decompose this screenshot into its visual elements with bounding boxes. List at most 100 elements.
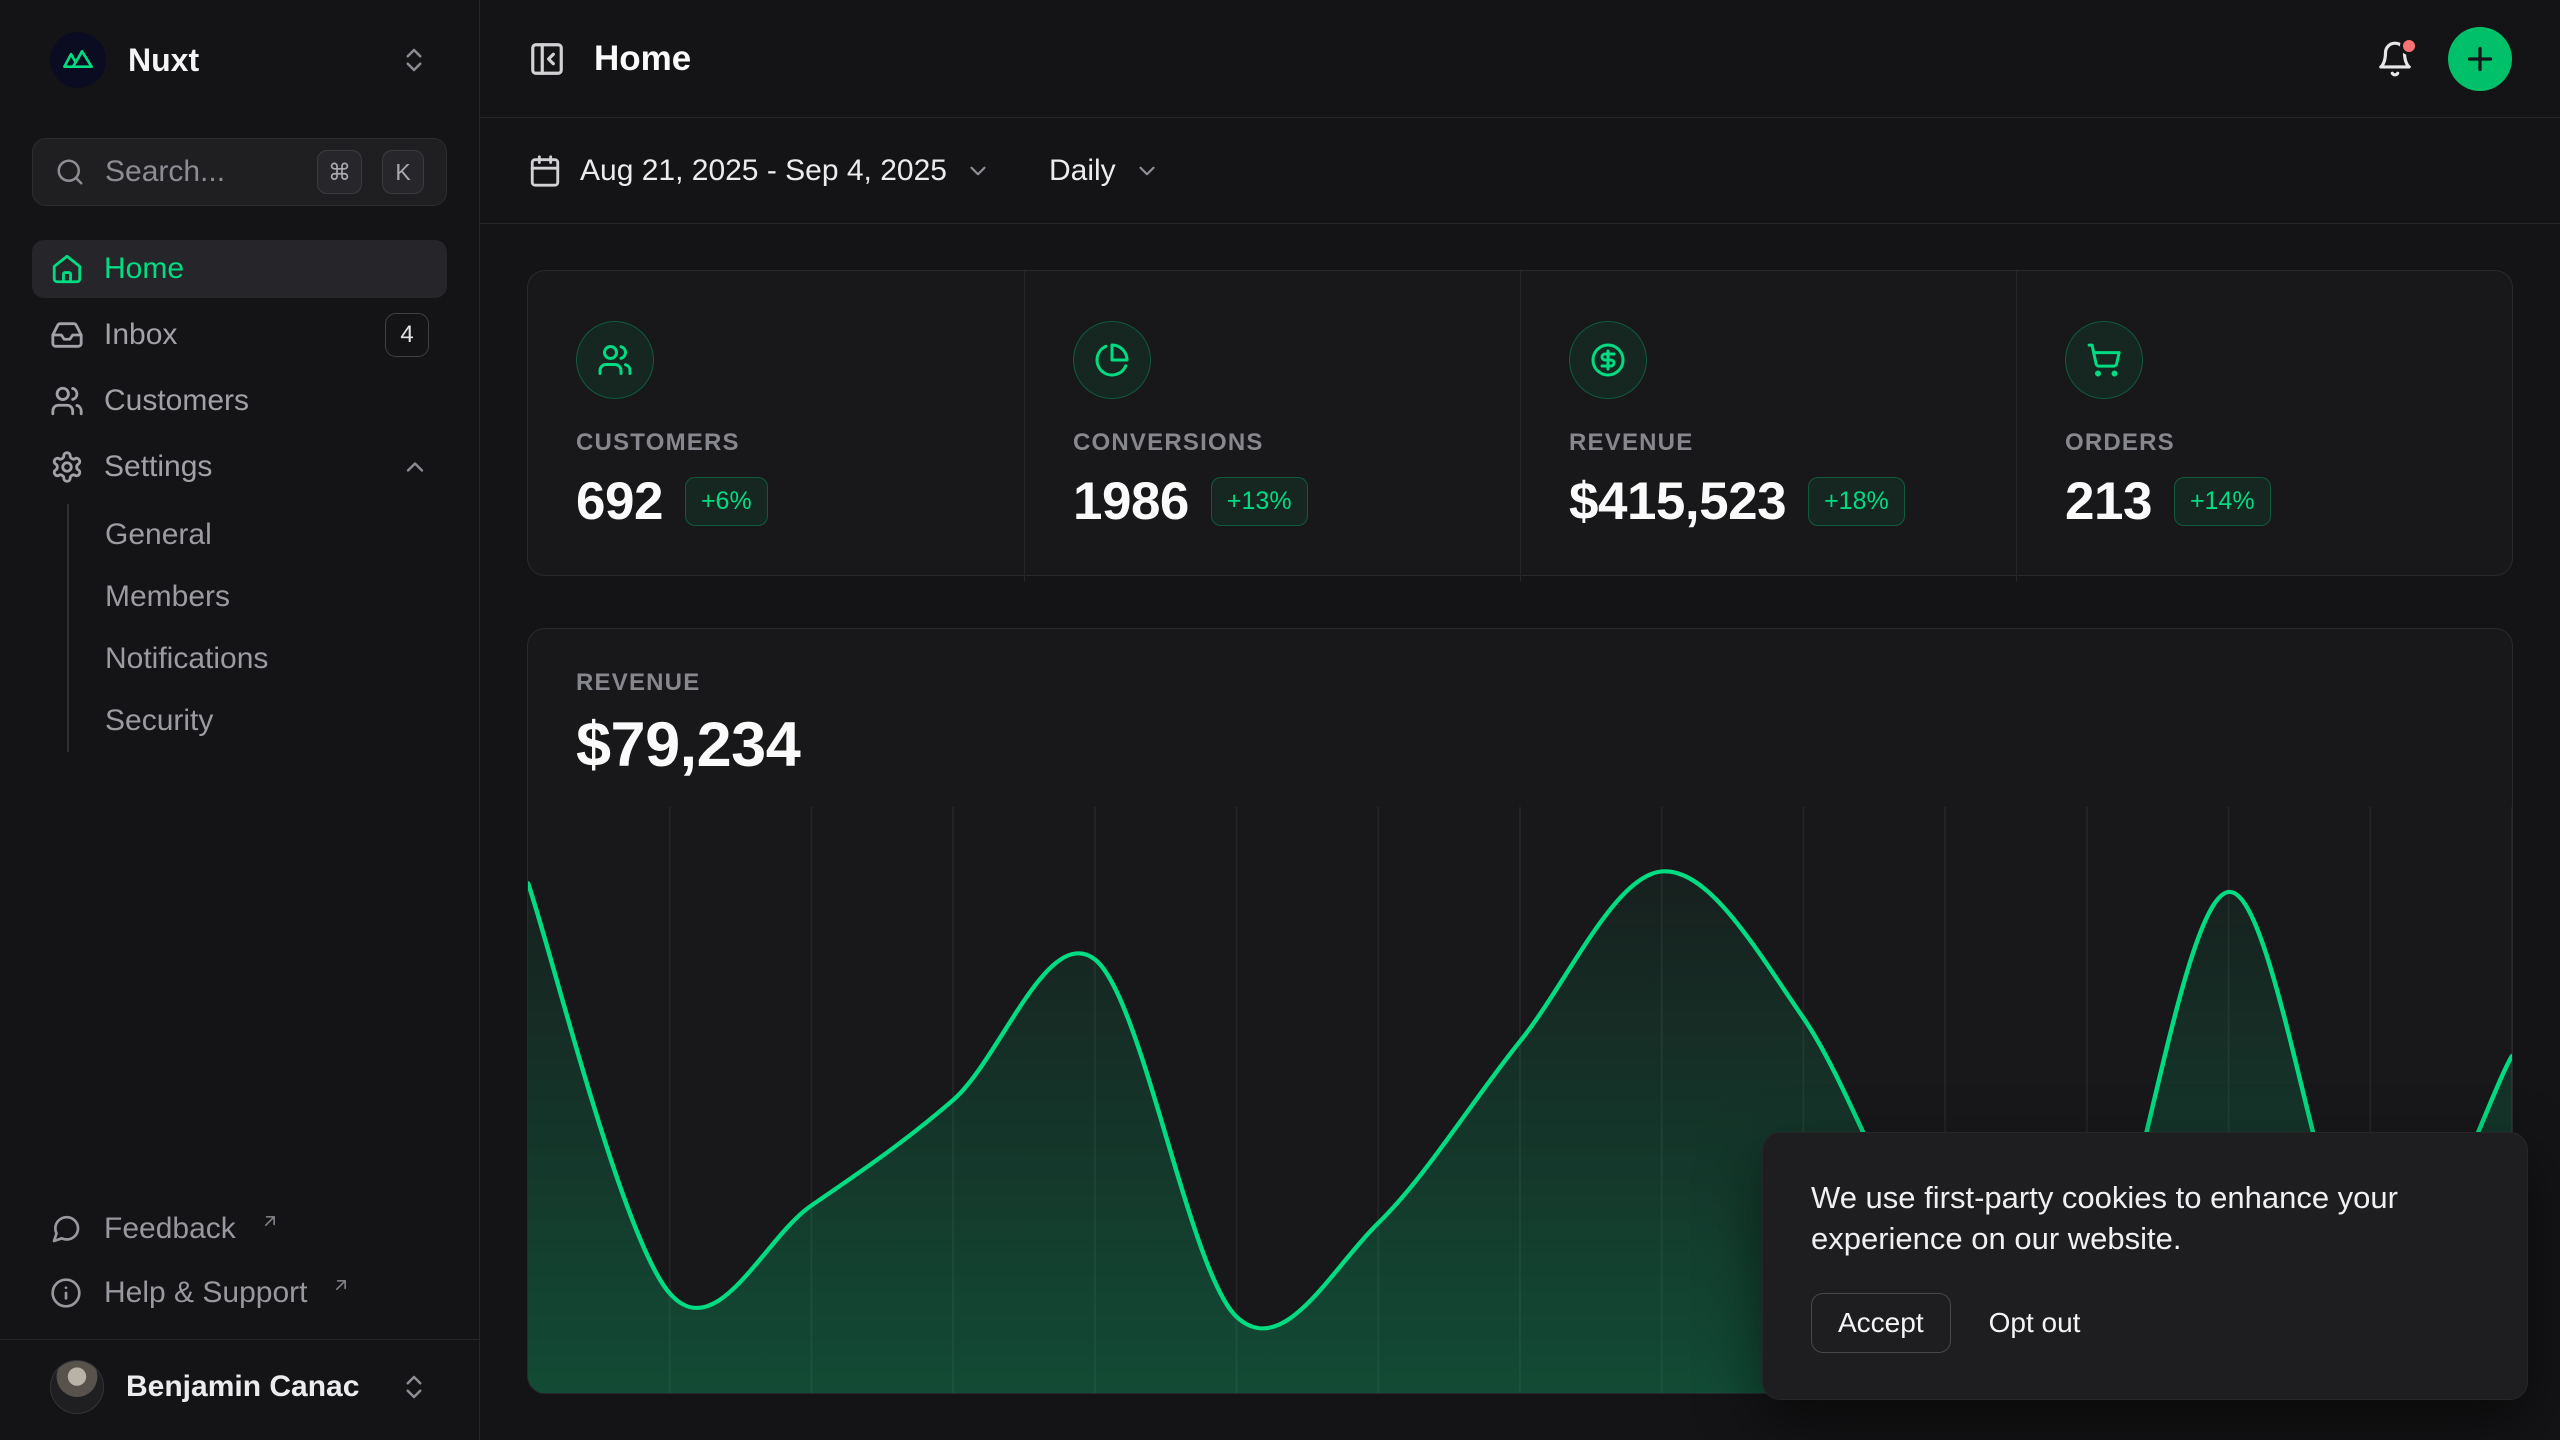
revenue-chart-value: $79,234 <box>576 709 2464 781</box>
house-icon <box>50 252 84 286</box>
chevron-down-icon <box>1134 158 1160 184</box>
stat-orders[interactable]: ORDERS 213 +14% <box>2016 271 2512 582</box>
revenue-chart-label: REVENUE <box>576 669 2464 697</box>
search-input[interactable]: Search... ⌘ K <box>32 138 447 206</box>
stat-conversions[interactable]: CONVERSIONS 1986 +13% <box>1024 271 1520 582</box>
cookie-actions: Accept Opt out <box>1811 1293 2479 1353</box>
inbox-icon <box>50 318 84 352</box>
cookie-message: We use first-party cookies to enhance yo… <box>1811 1177 2411 1259</box>
page-header: Home <box>480 0 2560 118</box>
chevrons-up-down-icon <box>399 1372 429 1402</box>
sidebar-item-settings[interactable]: Settings <box>32 438 447 496</box>
help-support-label: Help & Support <box>104 1276 307 1310</box>
kbd-k: K <box>382 150 424 194</box>
sidebar-item-home[interactable]: Home <box>32 240 447 298</box>
sidebar-item-notifications[interactable]: Notifications <box>69 628 447 690</box>
calendar-icon <box>528 154 562 188</box>
sidebar-item-label: Inbox <box>104 318 177 352</box>
stat-value: 692 <box>576 471 663 532</box>
settings-sub-list: General Members Notifications Security <box>67 504 447 752</box>
sidebar-item-inbox[interactable]: Inbox 4 <box>32 306 447 364</box>
accept-cookies-button[interactable]: Accept <box>1811 1293 1951 1353</box>
sidebar-item-members[interactable]: Members <box>69 566 447 628</box>
add-new-button[interactable] <box>2448 27 2512 91</box>
sub-item-label: Members <box>105 580 230 614</box>
stat-revenue[interactable]: REVENUE $415,523 +18% <box>1520 271 2016 582</box>
external-link-arrow-icon <box>260 1211 280 1231</box>
chevrons-up-down-icon <box>399 45 429 75</box>
sub-item-label: Security <box>105 704 213 738</box>
stat-icon-circle <box>1569 321 1647 399</box>
external-link-arrow-icon <box>331 1275 351 1295</box>
granularity-label: Daily <box>1049 154 1116 188</box>
feedback-label: Feedback <box>104 1212 236 1246</box>
stat-delta-badge: +18% <box>1808 477 1905 526</box>
stat-icon-circle <box>576 321 654 399</box>
revenue-chart-header: REVENUE $79,234 <box>528 629 2512 781</box>
date-range-picker[interactable]: Aug 21, 2025 - Sep 4, 2025 <box>528 154 991 188</box>
sidebar: Nuxt Search... ⌘ K Home Inbox 4 <box>0 0 480 1440</box>
date-range-label: Aug 21, 2025 - Sep 4, 2025 <box>580 154 947 188</box>
chevron-up-icon <box>401 453 429 481</box>
page-title: Home <box>594 39 691 79</box>
sidebar-spacer <box>32 752 447 1201</box>
user-avatar <box>50 1360 104 1414</box>
granularity-select[interactable]: Daily <box>1049 154 1160 188</box>
sidebar-item-security[interactable]: Security <box>69 690 447 752</box>
stat-delta-badge: +13% <box>1211 477 1308 526</box>
search-icon <box>55 157 85 187</box>
collapse-sidebar-icon[interactable] <box>528 40 566 78</box>
sub-item-label: General <box>105 518 212 552</box>
info-circle-icon <box>50 1277 82 1309</box>
feedback-link[interactable]: Feedback <box>32 1201 447 1257</box>
users-icon <box>50 384 84 418</box>
chevron-down-icon <box>965 158 991 184</box>
stat-icon-circle <box>1073 321 1151 399</box>
plus-icon <box>2462 41 2498 77</box>
sidebar-item-general[interactable]: General <box>69 504 447 566</box>
workspace-switcher[interactable]: Nuxt <box>32 28 447 92</box>
stat-label: CUSTOMERS <box>576 429 976 457</box>
dollar-circle-icon <box>1590 342 1626 378</box>
shopping-cart-icon <box>2086 342 2122 378</box>
stat-delta-badge: +6% <box>685 477 768 526</box>
sidebar-item-label: Home <box>104 252 184 286</box>
sidebar-item-label: Settings <box>104 450 212 484</box>
stat-customers[interactable]: CUSTOMERS 692 +6% <box>528 271 1024 582</box>
workspace-name: Nuxt <box>128 42 377 79</box>
help-support-link[interactable]: Help & Support <box>32 1265 447 1321</box>
search-placeholder: Search... <box>105 155 297 189</box>
nuxt-logo <box>50 32 106 88</box>
header-actions <box>2376 27 2512 91</box>
pie-chart-icon <box>1094 342 1130 378</box>
notifications-button[interactable] <box>2376 40 2414 78</box>
stat-icon-circle <box>2065 321 2143 399</box>
user-menu[interactable]: Benjamin Canac <box>50 1360 429 1414</box>
kbd-cmd: ⌘ <box>317 150 362 194</box>
stat-value: $415,523 <box>1569 471 1786 532</box>
inbox-count-badge: 4 <box>385 313 429 357</box>
stat-label: ORDERS <box>2065 429 2464 457</box>
stat-delta-badge: +14% <box>2174 477 2271 526</box>
notification-dot <box>2400 37 2418 55</box>
sidebar-item-label: Customers <box>104 384 249 418</box>
user-section: Benjamin Canac <box>0 1339 479 1440</box>
filters-toolbar: Aug 21, 2025 - Sep 4, 2025 Daily <box>480 118 2560 224</box>
users-icon <box>597 342 633 378</box>
stat-label: CONVERSIONS <box>1073 429 1472 457</box>
stat-value: 213 <box>2065 471 2152 532</box>
stat-value: 1986 <box>1073 471 1189 532</box>
opt-out-button[interactable]: Opt out <box>1989 1307 2081 1339</box>
message-bubble-icon <box>50 1213 82 1245</box>
gear-icon <box>50 450 84 484</box>
sidebar-footer-links: Feedback Help & Support <box>32 1201 447 1339</box>
dashboard-app: { "sidebar": { "brand": "Nuxt", "search"… <box>0 0 2560 1440</box>
stat-label: REVENUE <box>1569 429 1968 457</box>
sidebar-nav: Home Inbox 4 Customers <box>32 240 447 752</box>
stats-summary-card: CUSTOMERS 692 +6% CONVERSIONS 1986 +13% <box>527 270 2513 576</box>
sub-item-label: Notifications <box>105 642 268 676</box>
user-name: Benjamin Canac <box>126 1370 377 1404</box>
cookie-consent-banner: We use first-party cookies to enhance yo… <box>1762 1132 2528 1400</box>
sidebar-item-customers[interactable]: Customers <box>32 372 447 430</box>
nuxt-mountains-icon <box>62 44 94 76</box>
